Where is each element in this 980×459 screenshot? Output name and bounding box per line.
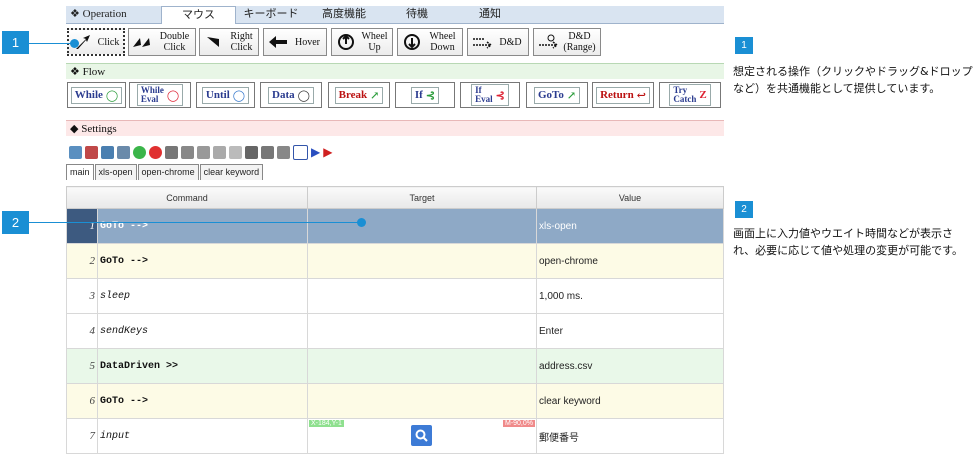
script-tabs: main xls-open open-chrome clear keyword [66, 164, 264, 180]
wheel-down-icon [401, 31, 423, 53]
grid-icon[interactable] [165, 145, 178, 159]
double-click-button[interactable]: Double Click [128, 28, 196, 56]
record-red-icon[interactable] [149, 145, 162, 159]
callout-marker-2: 2 [2, 211, 29, 234]
column-value[interactable]: Value [536, 186, 724, 209]
callout-dot-1 [70, 39, 79, 48]
table-row[interactable]: 4 sendKeys Enter [66, 313, 724, 349]
break-button[interactable]: Break ↗ [328, 82, 390, 108]
search-icon[interactable] [293, 144, 308, 160]
loop-icon: ◯ [232, 89, 246, 102]
table-row[interactable]: 5 DataDriven >> address.csv [66, 348, 724, 384]
callout-text-1: 想定される操作（クリックやドラッグ&ドロップなど）を共通機能として提供しています… [733, 65, 973, 95]
while-button[interactable]: While ◯ [67, 82, 126, 108]
if-eval-button[interactable]: If Eval ⊰ [460, 82, 520, 108]
drag-drop-range-button[interactable]: D&D (Range) [533, 28, 601, 56]
table-row[interactable]: 7 input X-184,Y-1 M-90,0% 郵便番号 [66, 418, 724, 454]
goto-arrow-icon: ↗ [566, 89, 577, 102]
if-button[interactable]: If ⊰ [395, 82, 455, 108]
play-step-icon[interactable]: ▶ [323, 145, 332, 160]
move-up-icon[interactable] [101, 145, 114, 159]
table-row[interactable]: 1 GoTo --> xls-open [66, 208, 724, 244]
tab-wait[interactable]: 待機 [381, 6, 453, 23]
right-click-button[interactable]: Right Click [199, 28, 259, 56]
goto-button[interactable]: GoTo ↗ [526, 82, 588, 108]
callout-line-2 [29, 222, 363, 223]
until-button[interactable]: Until ◯ [196, 82, 255, 108]
branch-icon: ⊰ [495, 89, 505, 102]
target-cell[interactable]: X-184,Y-1 M-90,0% [307, 418, 537, 454]
flow-section-header[interactable]: ❖ Flow [66, 63, 724, 79]
export-icon[interactable] [245, 145, 258, 159]
data-button[interactable]: Data ◯ [260, 82, 322, 108]
cut-icon[interactable] [213, 145, 226, 159]
add-user-icon[interactable] [69, 145, 82, 159]
callout-text-2: 画面上に入力値やウエイト時間などが表示され、必要に応じて値や処理の変更が可能です… [733, 227, 964, 257]
flow-buttons-row: While ◯ While Eval ◯ Until ◯ Data ◯ Break ↗ I… [66, 82, 724, 112]
copy-icon[interactable] [197, 145, 210, 159]
loop-icon: ◯ [297, 89, 310, 102]
callout-label-2: 2 [735, 201, 753, 218]
drag-drop-icon [471, 31, 493, 53]
table-row[interactable]: 6 GoTo --> clear keyword [66, 383, 724, 419]
hover-arrow-icon [267, 31, 289, 53]
callout-dot-2 [357, 218, 366, 227]
command-grid: Command Target Value 1 GoTo --> xls-open… [66, 186, 724, 454]
columns-icon[interactable] [277, 145, 290, 159]
list-icon[interactable] [181, 145, 194, 159]
subtab-clear-keyword[interactable]: clear keyword [199, 164, 264, 180]
settings-section-header[interactable]: ◆ Settings [66, 120, 724, 136]
column-target[interactable]: Target [307, 186, 537, 209]
subtab-xls-open[interactable]: xls-open [94, 164, 137, 180]
subtab-open-chrome[interactable]: open-chrome [137, 164, 199, 180]
callout-label-1: 1 [735, 37, 753, 54]
tab-operation[interactable]: ❖ Operation [66, 6, 164, 23]
wheel-up-icon [335, 31, 357, 53]
try-catch-button[interactable]: Try Catch Z [659, 82, 721, 108]
automation-editor: ❖ Operation マウス キーボード 高度機能 待機 通知 Click D… [66, 6, 724, 454]
tab-notify[interactable]: 通知 [454, 6, 526, 23]
record-green-icon[interactable] [133, 145, 146, 159]
category-tabs: ❖ Operation マウス キーボード 高度機能 待機 通知 [66, 6, 724, 24]
editor-toolbar: ▶ ▶ [66, 141, 724, 163]
search-icon[interactable] [411, 425, 432, 446]
tab-keyboard[interactable]: キーボード [235, 6, 307, 23]
subtab-main[interactable]: main [66, 164, 94, 180]
while-eval-button[interactable]: While Eval ◯ [129, 82, 191, 108]
break-icon: ↗ [370, 89, 380, 102]
match-badge: M-90,0% [502, 420, 535, 427]
hover-button[interactable]: Hover [263, 28, 327, 56]
table-row[interactable]: 2 GoTo --> open-chrome [66, 243, 724, 279]
drag-drop-button[interactable]: D&D [467, 28, 529, 56]
play-icon[interactable]: ▶ [311, 145, 320, 160]
drag-drop-range-icon [537, 31, 559, 53]
table-row[interactable]: 3 sleep 1,000 ms. [66, 278, 724, 314]
tab-advanced[interactable]: 高度機能 [308, 6, 380, 23]
paste-icon[interactable] [229, 145, 242, 159]
position-badge: X-184,Y-1 [309, 420, 344, 427]
return-button[interactable]: Return ↩ [592, 82, 654, 108]
loop-icon: ◯ [166, 89, 180, 102]
loop-icon: ◯ [105, 89, 119, 102]
move-down-icon[interactable] [117, 145, 130, 159]
wheel-down-button[interactable]: Wheel Down [397, 28, 463, 56]
right-click-icon [203, 31, 225, 53]
wheel-up-button[interactable]: Wheel Up [331, 28, 393, 56]
double-click-icon [132, 31, 154, 53]
mouse-actions-row: Click Double Click Right Click Hover Whe… [66, 25, 724, 63]
remove-user-icon[interactable] [85, 145, 98, 159]
table-icon[interactable] [261, 145, 274, 159]
column-command[interactable]: Command [66, 186, 308, 209]
tab-mouse[interactable]: マウス [161, 6, 236, 24]
callout-line-1 [29, 43, 72, 44]
try-catch-icon: Z [699, 89, 707, 101]
return-icon: ↩ [636, 89, 646, 102]
callout-marker-1: 1 [2, 31, 29, 54]
branch-icon: ⊰ [425, 89, 436, 102]
